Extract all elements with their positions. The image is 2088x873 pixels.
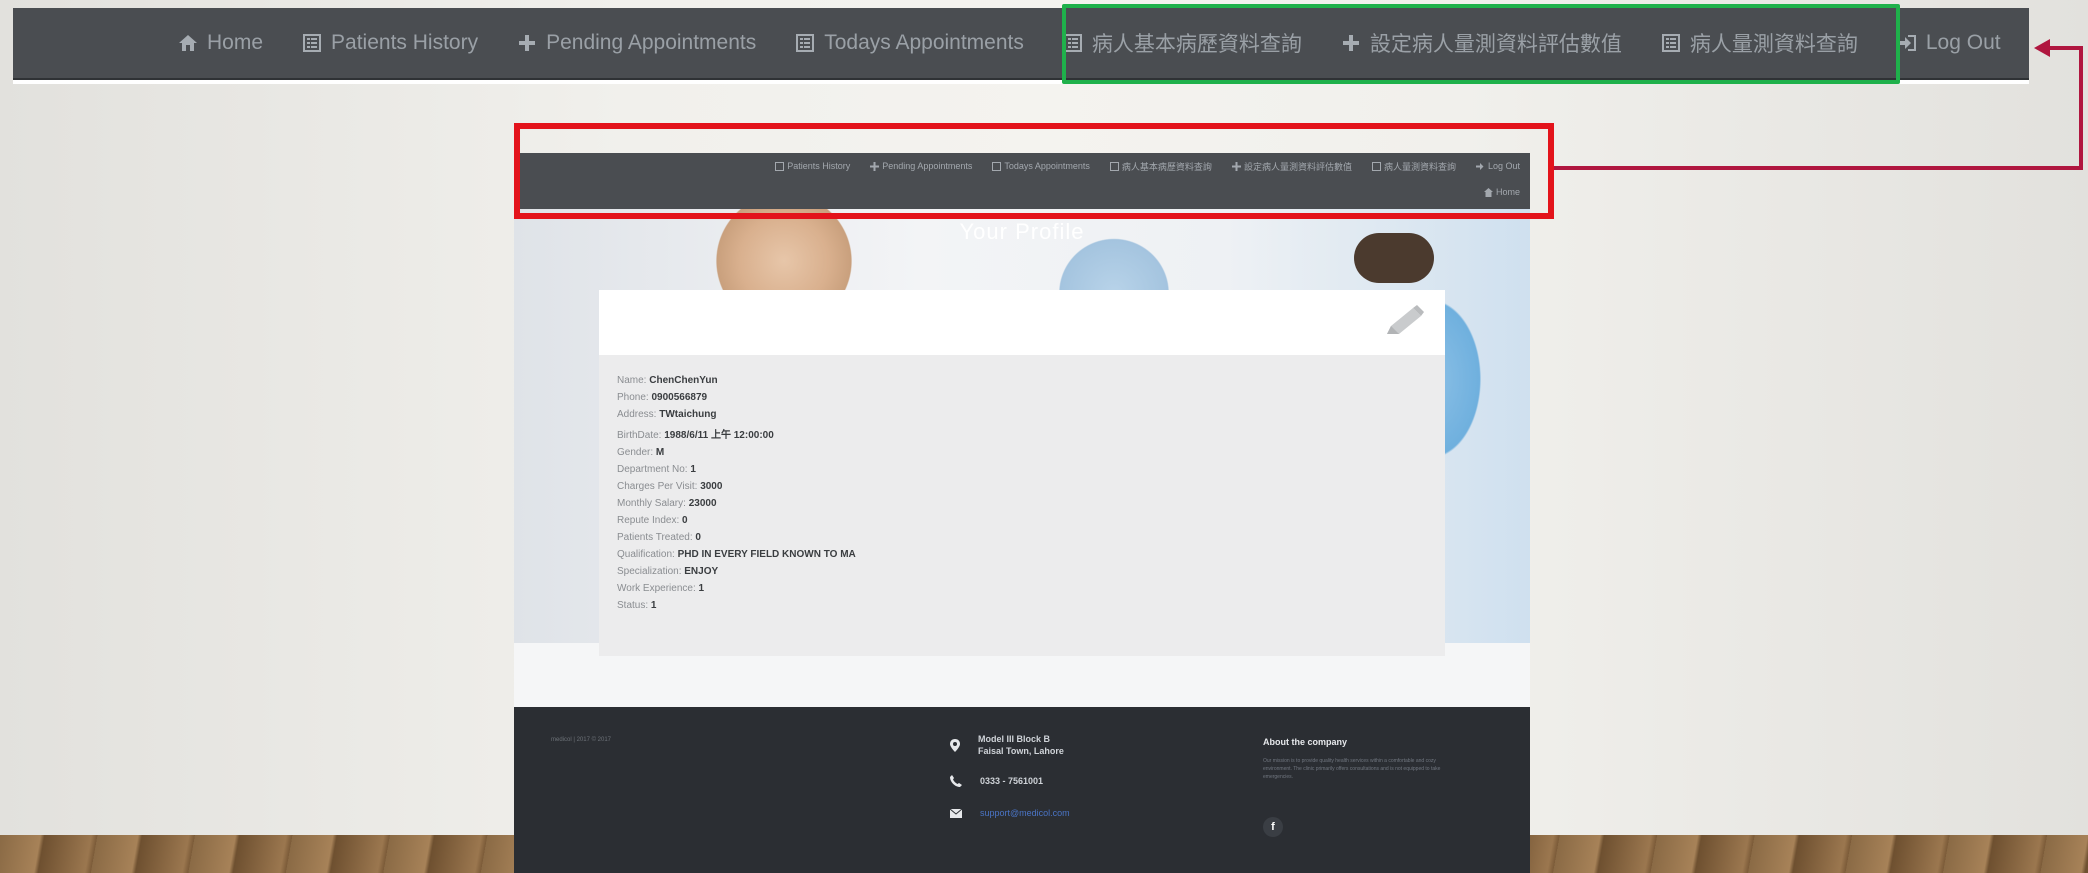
address-line-1: Model III Block B bbox=[978, 734, 1051, 744]
page-footer: medicol | 2017 © 2017 Model III Block B F… bbox=[514, 707, 1530, 873]
highlight-new-menu-items bbox=[1062, 4, 1900, 84]
field-value: 0 bbox=[682, 515, 688, 526]
field-label: Monthly Salary: bbox=[617, 498, 686, 509]
field-value: 23000 bbox=[688, 498, 717, 509]
field-value: ChenChenYun bbox=[649, 375, 718, 386]
profile-field-birthdate: BirthDate: 1988/6/11 上午 12:00:00 bbox=[617, 426, 1445, 441]
field-label: Name: bbox=[617, 375, 647, 386]
about-text: Our mission is to provide quality health… bbox=[1263, 758, 1441, 780]
field-label: Qualification: bbox=[617, 549, 675, 560]
list-alt-icon bbox=[301, 32, 323, 54]
phone-number: 0333 - 7561001 bbox=[980, 776, 1044, 786]
nav-home[interactable]: Home bbox=[177, 31, 263, 55]
profile-field-salary: Monthly Salary: 23000 bbox=[617, 498, 1445, 509]
nav-todays-appointments-label: Todays Appointments bbox=[824, 31, 1024, 54]
profile-field-charges: Charges Per Visit: 3000 bbox=[617, 481, 1445, 492]
profile-card: Name: ChenChenYun Phone: 0900566879 Addr… bbox=[599, 290, 1445, 656]
connector-horizontal-top bbox=[2046, 46, 2083, 50]
nav-logout[interactable]: Log Out bbox=[1896, 31, 2001, 55]
phone-icon bbox=[950, 775, 962, 787]
highlight-original-navbar bbox=[514, 123, 1554, 219]
about-title: About the company bbox=[1263, 737, 1348, 747]
footer-email: support@medicol.com bbox=[950, 807, 1070, 819]
profile-field-qualification: Qualification: PHD IN EVERY FIELD KNOWN … bbox=[617, 549, 1445, 560]
map-marker-icon bbox=[950, 738, 960, 752]
field-label: Status: bbox=[617, 600, 649, 611]
address-line-2: Faisal Town, Lahore bbox=[978, 746, 1064, 756]
field-label: Repute Index: bbox=[617, 515, 680, 526]
connector-vertical bbox=[2079, 46, 2083, 170]
profile-field-gender: Gender: M bbox=[617, 447, 1445, 458]
envelope-icon bbox=[950, 808, 962, 818]
pencil-edit-icon[interactable] bbox=[1381, 304, 1425, 345]
field-label: Phone: bbox=[617, 392, 649, 403]
profile-field-repute: Repute Index: 0 bbox=[617, 515, 1445, 526]
plus-icon bbox=[516, 32, 538, 54]
copyright-text: medicol | 2017 © 2017 bbox=[551, 737, 612, 743]
arrow-head-icon bbox=[2034, 39, 2050, 57]
email-link[interactable]: support@medicol.com bbox=[980, 808, 1070, 818]
profile-field-experience: Work Experience: 1 bbox=[617, 583, 1445, 594]
field-label: Patients Treated: bbox=[617, 532, 693, 543]
nav-logout-label: Log Out bbox=[1925, 31, 2001, 54]
field-value: ENJOY bbox=[684, 566, 719, 577]
profile-field-patients-treated: Patients Treated: 0 bbox=[617, 532, 1445, 543]
field-label: Address: bbox=[617, 409, 657, 420]
nav-home-label: Home bbox=[207, 31, 264, 54]
field-value: PHD IN EVERY FIELD KNOWN TO MA bbox=[677, 549, 856, 560]
field-value: 1 bbox=[698, 583, 705, 594]
field-label: Gender: bbox=[617, 447, 654, 458]
nav-pending-appointments[interactable]: Pending Appointments bbox=[516, 31, 756, 55]
field-value: M bbox=[655, 447, 665, 458]
profile-field-status: Status: 1 bbox=[617, 600, 1445, 611]
profile-card-header bbox=[599, 290, 1445, 355]
field-value: TWtaichung bbox=[659, 409, 717, 420]
about-company: About the company Our mission is to prov… bbox=[1263, 737, 1443, 781]
field-value: 0 bbox=[695, 532, 701, 543]
profile-field-phone: Phone: 0900566879 bbox=[617, 392, 1445, 403]
field-value: 0900566879 bbox=[651, 392, 708, 403]
nav-patients-history-label: Patients History bbox=[331, 31, 479, 54]
field-label: Charges Per Visit: bbox=[617, 481, 698, 492]
profile-field-name: Name: ChenChenYun bbox=[617, 375, 1445, 386]
footer-phone: 0333 - 7561001 bbox=[950, 775, 1043, 787]
profile-field-department: Department No: 1 bbox=[617, 464, 1445, 475]
list-alt-icon bbox=[794, 32, 816, 54]
profile-field-address: Address: TWtaichung bbox=[617, 409, 1445, 420]
embedded-profile-page: Patients History Pending Appointments To… bbox=[514, 153, 1530, 873]
page-title: Your Profile bbox=[959, 219, 1085, 244]
nav-pending-appointments-label: Pending Appointments bbox=[546, 31, 757, 54]
home-icon bbox=[177, 32, 199, 54]
field-value: 1 bbox=[650, 600, 657, 611]
footer-address: Model III Block B Faisal Town, Lahore bbox=[950, 733, 1064, 757]
nav-patients-history[interactable]: Patients History bbox=[301, 31, 478, 55]
field-value: 3000 bbox=[700, 481, 723, 492]
nav-todays-appointments[interactable]: Todays Appointments bbox=[794, 31, 1024, 55]
profile-field-specialization: Specialization: ENJOY bbox=[617, 566, 1445, 577]
field-value: 1988/6/11 上午 12:00:00 bbox=[664, 430, 774, 441]
connector-horizontal-bottom bbox=[1554, 166, 2083, 170]
field-label: BirthDate: bbox=[617, 430, 662, 441]
facebook-icon[interactable]: f bbox=[1263, 817, 1283, 837]
field-value: 1 bbox=[690, 464, 696, 475]
field-label: Department No: bbox=[617, 464, 688, 475]
field-label: Work Experience: bbox=[617, 583, 696, 594]
profile-fields: Name: ChenChenYun Phone: 0900566879 Addr… bbox=[599, 355, 1445, 611]
field-label: Specialization: bbox=[617, 566, 682, 577]
